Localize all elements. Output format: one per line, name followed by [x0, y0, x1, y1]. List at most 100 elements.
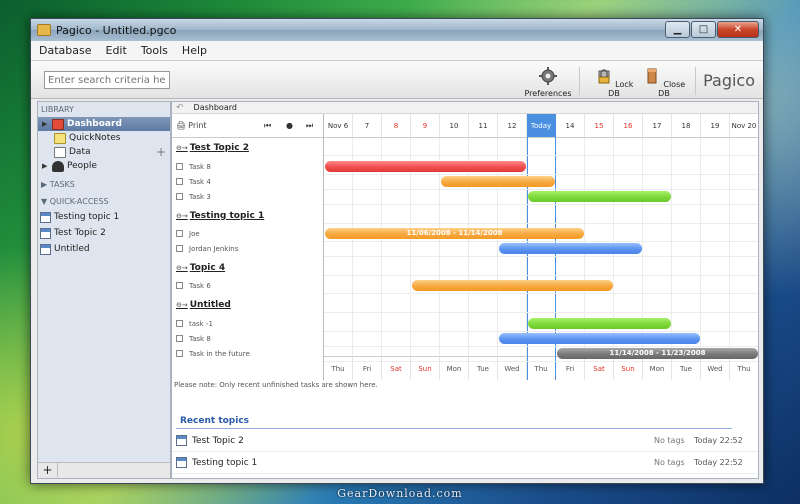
task-checkbox[interactable] — [176, 320, 183, 327]
add-data-icon[interactable]: + — [156, 145, 166, 159]
gantt-task-row[interactable]: Jordan Jenkins — [172, 241, 324, 256]
sidebar-item-label: People — [67, 161, 97, 171]
print-button[interactable]: Print — [188, 121, 206, 130]
dashboard-icon — [52, 118, 64, 130]
close-button[interactable]: ✕ — [717, 21, 759, 38]
task-checkbox[interactable] — [176, 282, 183, 289]
note-icon — [54, 132, 66, 144]
gantt-task-row[interactable]: Joe — [172, 226, 324, 241]
close-db-label: Close DB — [658, 80, 686, 98]
gantt-chart: 🖨 Print ⏮ ● ⏭ ⊖→ Test Topic 2 Task 8 Task 4… — [172, 114, 758, 380]
task-label: Task 4 — [189, 177, 211, 186]
gantt-bar[interactable] — [325, 161, 526, 172]
gantt-topic-row[interactable]: ⊖→ Testing topic 1 — [172, 208, 324, 223]
date-header-today: Today — [527, 114, 556, 138]
toolbar-divider — [695, 67, 696, 95]
sidebar-item-label: Data — [69, 147, 91, 157]
grid-line — [700, 138, 701, 356]
recent-topic-row[interactable]: Testing topic 1 No tags Today 22:52 — [172, 452, 758, 474]
add-button[interactable]: + — [38, 463, 58, 477]
date-header: 10 — [440, 114, 469, 138]
row-line — [324, 223, 758, 224]
gantt-bar[interactable] — [499, 333, 700, 344]
recent-topic-row[interactable]: Topic 4No tagsToday 22:52 — [172, 474, 758, 478]
gantt-task-row[interactable]: Task 4 — [172, 174, 324, 189]
gantt-bar[interactable]: 11/14/2008 - 11/23/2008 — [557, 348, 758, 359]
gantt-task-row[interactable]: Task in the future — [172, 346, 324, 361]
task-checkbox[interactable] — [176, 193, 183, 200]
quick-access-item[interactable]: Testing topic 1 — [38, 209, 170, 225]
gantt-task-row[interactable]: task -1 — [172, 316, 324, 331]
row-line — [324, 241, 758, 242]
note-text: Please note: Only recent unfinished task… — [174, 381, 378, 389]
rewind-icon[interactable]: ⏮ — [264, 121, 271, 131]
quick-access-header[interactable]: ▼ QUICK-ACCESS — [38, 194, 170, 209]
gantt-task-row[interactable]: Task 6 — [172, 278, 324, 293]
gantt-task-row[interactable]: Task 8 — [172, 331, 324, 346]
search-input[interactable] — [44, 71, 170, 89]
tasks-header[interactable]: ▶ TASKS — [38, 177, 170, 192]
lock-db-button[interactable]: Lock DB — [589, 67, 639, 98]
task-checkbox[interactable] — [176, 335, 183, 342]
today-dot-icon[interactable]: ● — [286, 121, 293, 130]
gantt-task-row[interactable]: Task 3 — [172, 189, 324, 204]
day-footer: Fri — [556, 356, 585, 380]
toolbar-divider — [579, 67, 580, 95]
sidebar-item-quicknotes[interactable]: QuickNotes — [38, 131, 170, 145]
quick-access-label: Untitled — [54, 244, 90, 254]
grid-line — [729, 138, 730, 356]
recent-divider — [176, 428, 732, 429]
gantt-bar[interactable] — [528, 318, 671, 329]
menu-edit[interactable]: Edit — [106, 44, 127, 57]
library-header: LIBRARY — [41, 105, 74, 114]
close-icon: ✕ — [733, 24, 743, 35]
window-controls: ▁ □ ✕ — [664, 21, 759, 38]
gantt-task-row[interactable]: Task 8 — [172, 159, 324, 174]
date-header: Nov 20 — [730, 114, 758, 138]
gantt-bar[interactable] — [499, 243, 642, 254]
expand-arrow-icon: ▶ — [41, 180, 50, 189]
gantt-topic-row[interactable]: ⊖→ Test Topic 2 — [172, 140, 324, 155]
row-line — [324, 293, 758, 294]
task-checkbox[interactable] — [176, 163, 183, 170]
expand-arrow-icon[interactable]: ▶ — [42, 120, 52, 128]
task-label: Task in the future — [189, 349, 250, 358]
menu-database[interactable]: Database — [39, 44, 92, 57]
print-icon[interactable]: 🖨 — [176, 121, 186, 130]
row-line — [324, 346, 758, 347]
forward-icon[interactable]: ⏭ — [306, 121, 313, 131]
tasks-header-label: TASKS — [49, 180, 75, 189]
back-icon[interactable]: ↶ — [176, 103, 184, 113]
expand-arrow-icon[interactable]: ▶ — [42, 162, 52, 170]
task-checkbox[interactable] — [176, 245, 183, 252]
recent-topic-row[interactable]: Test Topic 2 No tags Today 22:52 — [172, 430, 758, 452]
task-checkbox[interactable] — [176, 230, 183, 237]
gantt-task-list: 🖨 Print ⏮ ● ⏭ ⊖→ Test Topic 2 Task 8 Task 4… — [172, 114, 324, 380]
recent-topic-tags: No tags — [654, 458, 685, 467]
calendar-icon — [176, 457, 187, 468]
gantt-topic-row[interactable]: ⊖→ Topic 4 — [172, 260, 324, 275]
gantt-topic-row[interactable]: ⊖→ Untitled — [172, 297, 324, 312]
sidebar-item-dashboard[interactable]: ▶ Dashboard — [38, 117, 170, 131]
date-header: 12 — [498, 114, 527, 138]
sidebar-item-people[interactable]: ▶ People — [38, 159, 170, 173]
maximize-button[interactable]: □ — [691, 21, 716, 38]
main-panel: ↶ Dashboard 🖨 Print ⏮ ● ⏭ ⊖→ Test Topic 2… — [171, 101, 759, 479]
quick-access-item[interactable]: Test Topic 2 — [38, 225, 170, 241]
sidebar-item-data[interactable]: Data + — [38, 145, 170, 159]
preferences-button[interactable]: Preferences — [523, 67, 573, 98]
day-footer: Thu — [527, 356, 556, 380]
gantt-bar[interactable]: 11/06/2008 - 11/14/2008 — [325, 228, 584, 239]
quick-access-item[interactable]: Untitled — [38, 241, 170, 257]
menu-help[interactable]: Help — [182, 44, 207, 57]
minimize-button[interactable]: ▁ — [665, 21, 690, 38]
gantt-bar[interactable] — [441, 176, 555, 187]
row-line — [324, 331, 758, 332]
task-checkbox[interactable] — [176, 178, 183, 185]
close-db-button[interactable]: Close DB — [639, 67, 689, 98]
gantt-bar[interactable] — [528, 191, 671, 202]
menu-tools[interactable]: Tools — [141, 44, 168, 57]
day-footer: Thu — [324, 356, 353, 380]
gantt-bar[interactable] — [412, 280, 613, 291]
task-checkbox[interactable] — [176, 350, 183, 357]
